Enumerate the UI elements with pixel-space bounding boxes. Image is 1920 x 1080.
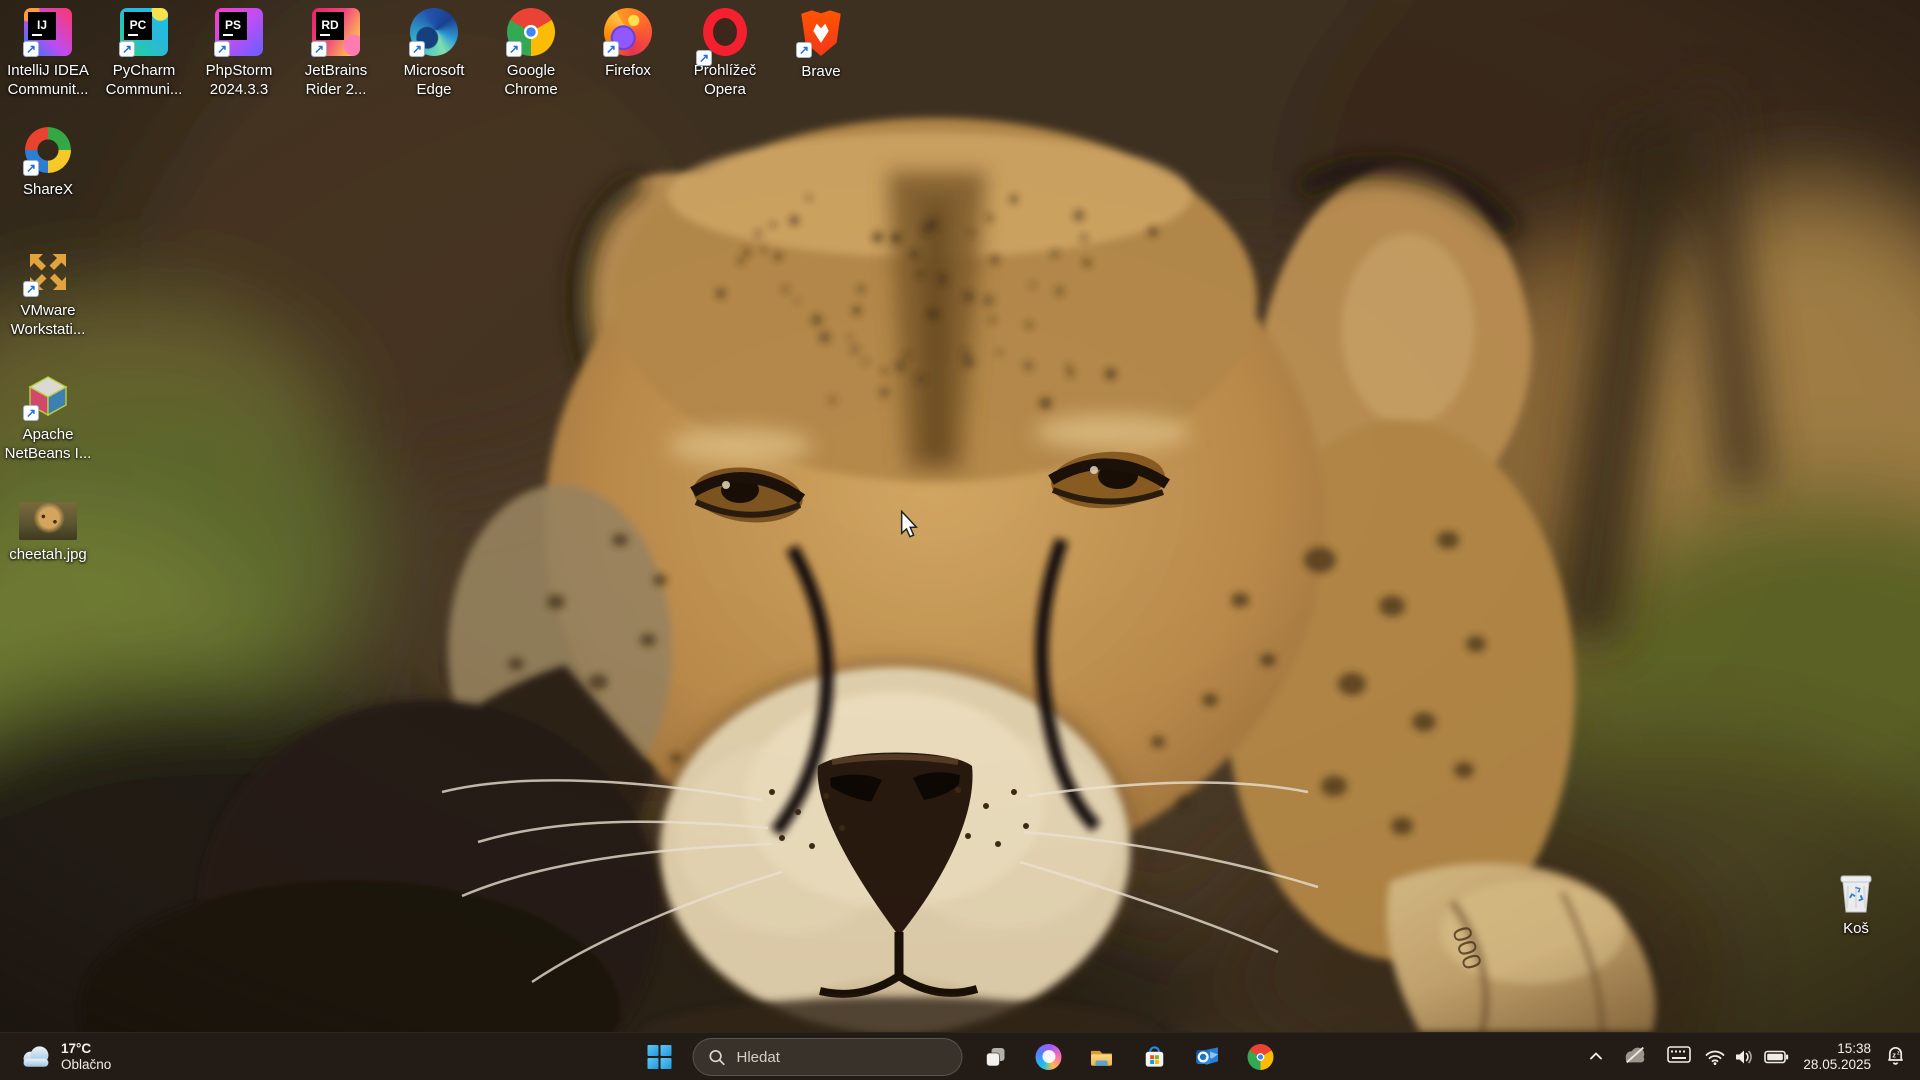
clock-date: 28.05.2025	[1803, 1057, 1871, 1073]
volume-icon	[1735, 1049, 1754, 1065]
desktop-icon-google-chrome[interactable]: ↗ GoogleChrome	[483, 8, 579, 99]
desktop-icon-phpstorm[interactable]: PS ↗ PhpStorm2024.3.3	[191, 8, 287, 99]
copilot-button[interactable]	[1029, 1037, 1069, 1077]
desktop-icon-intellij-idea[interactable]: IJ ↗ IntelliJ IDEACommunit...	[0, 8, 96, 99]
desktop-icon-cheetah-jpg[interactable]: cheetah.jpg	[0, 498, 96, 564]
desktop-icon-brave[interactable]: ↗ Brave	[773, 8, 869, 81]
desktop-icon-pycharm[interactable]: PC ↗ PyCharmCommuni...	[96, 8, 192, 99]
recycle-bin-icon	[1832, 866, 1880, 914]
icon-label: PyCharmCommuni...	[96, 61, 192, 99]
phpstorm-icon: PS ↗	[215, 8, 263, 56]
edge-icon: ↗	[410, 8, 458, 56]
touch-keyboard-icon[interactable]	[1667, 1046, 1691, 1068]
desktop-icon-recycle-bin[interactable]: Koš	[1808, 866, 1904, 938]
weather-widget[interactable]: 17°C Oblačno	[12, 1033, 119, 1080]
wallpaper-cheetah-photo: 000	[0, 0, 1920, 1032]
icon-label: ShareX	[0, 180, 96, 199]
weather-condition: Oblačno	[61, 1057, 111, 1073]
icon-label: cheetah.jpg	[0, 545, 96, 564]
copilot-icon	[1036, 1044, 1062, 1070]
wifi-icon	[1705, 1050, 1725, 1065]
microsoft-store-icon	[1141, 1043, 1169, 1071]
icon-label: Firefox	[580, 61, 676, 80]
shortcut-arrow-icon: ↗	[214, 41, 230, 57]
taskbar: 17°C Oblačno	[0, 1032, 1920, 1080]
file-explorer-button[interactable]	[1082, 1037, 1122, 1077]
shortcut-arrow-icon: ↗	[696, 50, 712, 66]
shortcut-arrow-icon: ↗	[23, 160, 39, 176]
start-button[interactable]	[640, 1037, 680, 1077]
file-explorer-icon	[1088, 1043, 1116, 1071]
rider-icon: RD ↗	[312, 8, 360, 56]
icon-label: PhpStorm2024.3.3	[191, 61, 287, 99]
desktop-icon-vmware-workstation[interactable]: ↗ VMwareWorkstati...	[0, 248, 96, 339]
desktop: 000 IJ ↗ IntelliJ IDEACommunit... PC ↗	[0, 0, 1920, 1080]
icon-label: VMwareWorkstati...	[0, 301, 96, 339]
shortcut-arrow-icon: ↗	[23, 405, 39, 421]
icon-label: JetBrainsRider 2...	[288, 61, 384, 99]
shortcut-arrow-icon: ↗	[409, 41, 425, 57]
windows-start-icon	[647, 1044, 673, 1070]
search-icon	[709, 1049, 726, 1066]
firefox-icon: ↗	[604, 8, 652, 56]
clock-time: 15:38	[1803, 1041, 1871, 1057]
icon-label: Brave	[773, 62, 869, 81]
icon-label: IntelliJ IDEACommunit...	[0, 61, 96, 99]
notification-bell-dnd-icon[interactable]: z z	[1885, 1044, 1906, 1071]
onedrive-offline-icon[interactable]	[1623, 1046, 1647, 1069]
battery-icon	[1764, 1050, 1789, 1064]
microsoft-store-button[interactable]	[1135, 1037, 1175, 1077]
icon-label: ProhlížečOpera	[677, 61, 773, 99]
chrome-icon	[1248, 1044, 1274, 1070]
taskbar-clock[interactable]: 15:38 28.05.2025	[1803, 1041, 1871, 1073]
desktop-icon-jetbrains-rider[interactable]: RD ↗ JetBrainsRider 2...	[288, 8, 384, 99]
desktop-icon-microsoft-edge[interactable]: ↗ MicrosoftEdge	[386, 8, 482, 99]
pycharm-icon: PC ↗	[120, 8, 168, 56]
task-view-button[interactable]	[976, 1037, 1016, 1077]
chrome-icon: ↗	[507, 8, 555, 56]
svg-text:z: z	[1897, 1050, 1900, 1056]
shortcut-arrow-icon: ↗	[506, 41, 522, 57]
taskbar-search-box[interactable]	[693, 1038, 963, 1076]
outlook-icon	[1194, 1043, 1222, 1071]
shortcut-arrow-icon: ↗	[796, 42, 812, 58]
task-view-icon	[984, 1045, 1008, 1069]
shortcut-arrow-icon: ↗	[23, 281, 39, 297]
intellij-idea-icon: IJ ↗	[24, 8, 72, 56]
desktop-icon-sharex[interactable]: ↗ ShareX	[0, 126, 96, 199]
shortcut-arrow-icon: ↗	[23, 41, 39, 57]
show-hidden-icons-chevron[interactable]	[1589, 1048, 1603, 1066]
icon-label: Koš	[1808, 919, 1904, 938]
shortcut-arrow-icon: ↗	[603, 41, 619, 57]
search-input[interactable]	[737, 1049, 954, 1066]
outlook-button[interactable]	[1188, 1037, 1228, 1077]
opera-icon: ↗	[703, 8, 747, 56]
cloudy-weather-icon	[20, 1045, 52, 1069]
desktop-icon-opera[interactable]: ↗ ProhlížečOpera	[677, 8, 773, 99]
icon-label: MicrosoftEdge	[386, 61, 482, 99]
desktop-icon-apache-netbeans[interactable]: ↗ ApacheNetBeans I...	[0, 372, 96, 463]
chrome-taskbar-button[interactable]	[1241, 1037, 1281, 1077]
svg-text:z: z	[1892, 1050, 1896, 1059]
shortcut-arrow-icon: ↗	[119, 41, 135, 57]
cheetah-jpg-thumbnail	[19, 502, 77, 540]
quick-settings[interactable]	[1705, 1049, 1789, 1065]
icon-label: GoogleChrome	[483, 61, 579, 99]
weather-temperature: 17°C	[61, 1041, 111, 1057]
shortcut-arrow-icon: ↗	[311, 41, 327, 57]
desktop-icon-firefox[interactable]: ↗ Firefox	[580, 8, 676, 80]
weather-text: 17°C Oblačno	[61, 1041, 111, 1073]
icon-label: ApacheNetBeans I...	[0, 425, 96, 463]
